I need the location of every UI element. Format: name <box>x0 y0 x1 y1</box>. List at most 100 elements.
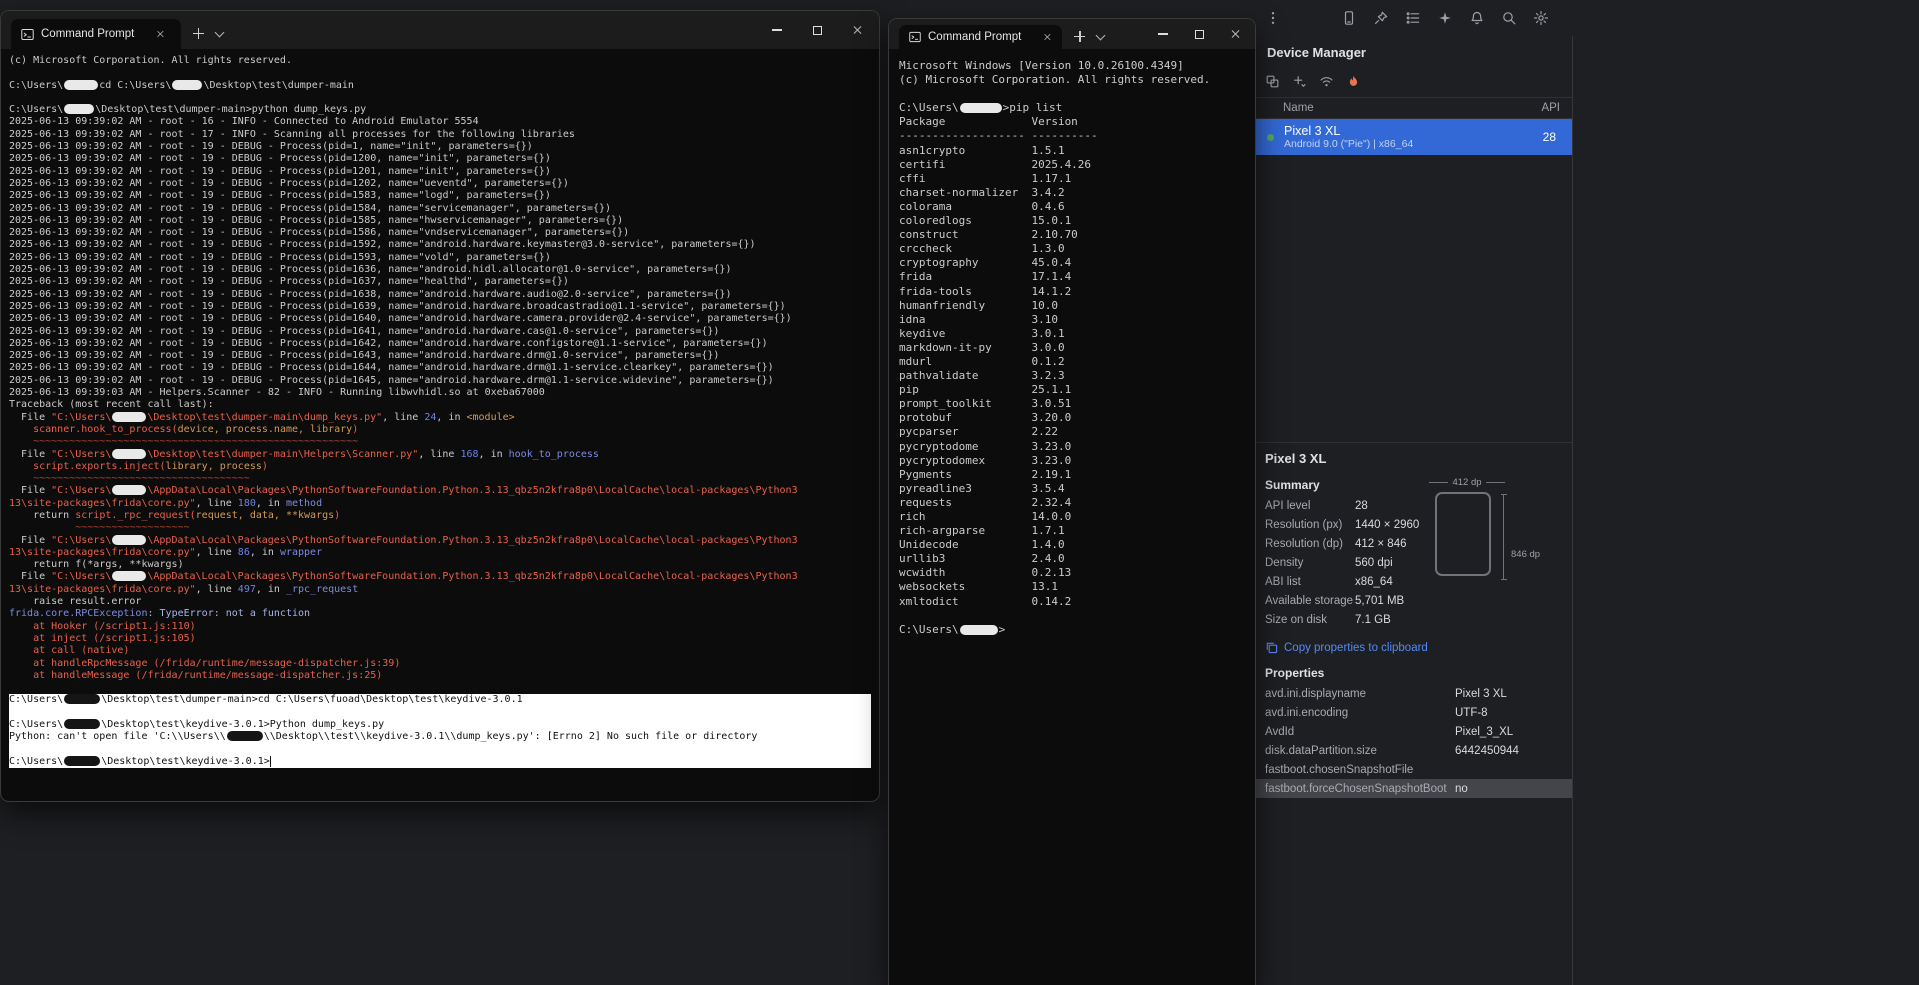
redacted-text <box>112 411 147 422</box>
pin-icon[interactable] <box>1369 6 1393 30</box>
tab-dropdown-icon[interactable] <box>214 27 225 38</box>
terminal-line: at Hooker (/script1.js:110) <box>9 620 196 632</box>
studio-toolbar-icons <box>1337 6 1553 30</box>
group-devices-icon[interactable] <box>1261 70 1283 92</box>
property-row[interactable]: Size on disk 7.1 GB <box>1253 610 1572 629</box>
kebab-menu-icon[interactable] <box>1261 6 1285 30</box>
terminal-window-middle: Command Prompt Microsoft Windows [Versio… <box>888 18 1256 985</box>
terminal-line: 2025-06-13 09:39:02 AM - root - 19 - DEB… <box>9 325 720 337</box>
device-row-pixel-3-xl[interactable]: Pixel 3 XL Android 9.0 ("Pie") | x86_64 … <box>1253 119 1572 155</box>
property-row[interactable]: fastboot.forceChosenSnapshotBoot no <box>1253 779 1572 798</box>
copy-icon <box>1266 642 1278 654</box>
property-value: x86_64 <box>1355 575 1393 588</box>
terminal-line: C:\Users\ \Desktop\test\keydive-3.0.1> <box>9 755 871 769</box>
terminal-line: certifi 2025.4.26 <box>899 157 1092 171</box>
property-key: Resolution (dp) <box>1265 537 1343 550</box>
property-key: fastboot.chosenSnapshotFile <box>1265 763 1414 776</box>
terminal-line: ------------------- ---------- <box>899 129 1098 143</box>
property-key: disk.dataPartition.size <box>1265 744 1377 757</box>
property-value: 5,701 MB <box>1355 594 1405 607</box>
device-mirror-icon[interactable] <box>1337 6 1361 30</box>
measure-line <box>1429 482 1449 483</box>
property-key: avd.ini.encoding <box>1265 706 1349 719</box>
terminal-output-middle[interactable]: Microsoft Windows [Version 10.0.26100.43… <box>889 49 1255 985</box>
maximize-button[interactable] <box>1181 19 1217 49</box>
redacted-text <box>64 79 99 90</box>
tab-close-icon[interactable] <box>156 30 164 38</box>
terminal-line: prompt_toolkit 3.0.51 <box>899 397 1072 411</box>
terminal-line: cryptography 45.0.4 <box>899 256 1072 270</box>
redacted-text <box>112 485 147 496</box>
terminal-line: websockets 13.1 <box>899 580 1058 594</box>
firebase-icon[interactable] <box>1342 70 1364 92</box>
terminal-line: script.exports.inject(library, process) <box>33 460 268 472</box>
new-tab-button[interactable] <box>1074 31 1086 42</box>
new-tab-button[interactable] <box>193 28 204 39</box>
window-controls <box>757 11 877 49</box>
terminal-line: 2025-06-13 09:39:02 AM - root - 19 - DEB… <box>9 190 551 202</box>
minimize-button[interactable] <box>757 11 797 49</box>
details-device-title: Pixel 3 XL <box>1265 451 1327 466</box>
terminal-line: 2025-06-13 09:39:02 AM - root - 19 - DEB… <box>9 239 756 251</box>
terminal-line: ~~~~~~~~~~~~~~~~~~~ <box>9 522 190 534</box>
terminal-tab[interactable]: Command Prompt <box>11 19 181 49</box>
tab-dropdown-icon[interactable] <box>1095 30 1106 41</box>
terminal-line: coloredlogs 15.0.1 <box>899 214 1072 228</box>
property-key: AvdId <box>1265 725 1295 738</box>
property-row[interactable]: Available storage 5,701 MB <box>1253 591 1572 610</box>
property-value: Pixel 3 XL <box>1455 687 1507 700</box>
property-row[interactable]: AvdId Pixel_3_XL <box>1253 722 1572 741</box>
search-icon[interactable] <box>1497 6 1521 30</box>
terminal-line: File "C:\Users\ \Desktop\test\dumper-main… <box>9 411 515 423</box>
terminal-line: 13\site-packages\frida\core.py", line 86… <box>9 546 323 558</box>
terminal-line: Python: can't open file 'C:\\Users\\ \\De… <box>9 731 871 744</box>
property-value: 412 × 846 <box>1355 537 1407 550</box>
property-row[interactable]: avd.ini.encoding UTF-8 <box>1253 703 1572 722</box>
task-list-icon[interactable] <box>1401 6 1425 30</box>
minimize-button[interactable] <box>1145 19 1181 49</box>
terminal-line: C:\Users\ > <box>899 622 1006 636</box>
property-value: 28 <box>1355 499 1368 512</box>
property-row[interactable]: avd.ini.displayname Pixel 3 XL <box>1253 684 1572 703</box>
terminal-titlebar[interactable]: Command Prompt <box>889 19 1255 49</box>
terminal-line: frida-tools 14.1.2 <box>899 284 1072 298</box>
close-button[interactable] <box>1217 19 1253 49</box>
terminal-titlebar[interactable]: Command Prompt <box>1 11 879 49</box>
maximize-button[interactable] <box>797 11 837 49</box>
property-key: Resolution (px) <box>1265 518 1343 531</box>
notifications-icon[interactable] <box>1465 6 1489 30</box>
terminal-line: 2025-06-13 09:39:02 AM - root - 19 - DEB… <box>9 313 792 325</box>
close-button[interactable] <box>837 11 877 49</box>
terminal-line: 2025-06-13 09:39:02 AM - root - 19 - DEB… <box>9 264 732 276</box>
terminal-cursor <box>269 755 272 767</box>
property-key: Size on disk <box>1265 613 1328 626</box>
redacted-text <box>64 694 101 705</box>
terminal-output-left[interactable]: (c) Microsoft Corporation. All rights re… <box>1 49 879 801</box>
terminal-line: 2025-06-13 09:39:02 AM - root - 19 - DEB… <box>9 165 551 177</box>
height-measure-line <box>1500 494 1507 580</box>
property-row[interactable]: fastboot.chosenSnapshotFile <box>1253 760 1572 779</box>
ai-assistant-icon[interactable] <box>1433 6 1457 30</box>
pair-wifi-icon[interactable] <box>1315 70 1337 92</box>
tab-close-icon[interactable] <box>1043 33 1051 41</box>
terminal-tab[interactable]: Command Prompt <box>899 25 1063 49</box>
property-value: 1440 × 2960 <box>1355 518 1420 531</box>
device-dimensions-diagram: 412 dp 846 dp <box>1429 477 1569 587</box>
property-row[interactable]: disk.dataPartition.size 6442450944 <box>1253 741 1572 760</box>
terminal-line: humanfriendly 10.0 <box>899 298 1058 312</box>
add-device-icon[interactable] <box>1288 70 1310 92</box>
terminal-line: cffi 1.17.1 <box>899 171 1072 185</box>
settings-icon[interactable] <box>1529 6 1553 30</box>
terminal-line: File "C:\Users\ \AppData\Local\Packages\P… <box>9 485 798 497</box>
column-header-api: API <box>1541 102 1560 114</box>
width-measure: 412 dp <box>1429 477 1505 488</box>
terminal-line <box>9 706 871 720</box>
tab-title: Command Prompt <box>41 28 135 40</box>
copy-properties-link[interactable]: Copy properties to clipboard <box>1253 629 1572 654</box>
properties-heading: Properties <box>1265 666 1325 680</box>
terminal-line: at handleRpcMessage (/frida/runtime/mess… <box>9 657 401 669</box>
terminal-line: requests 2.32.4 <box>899 495 1072 509</box>
